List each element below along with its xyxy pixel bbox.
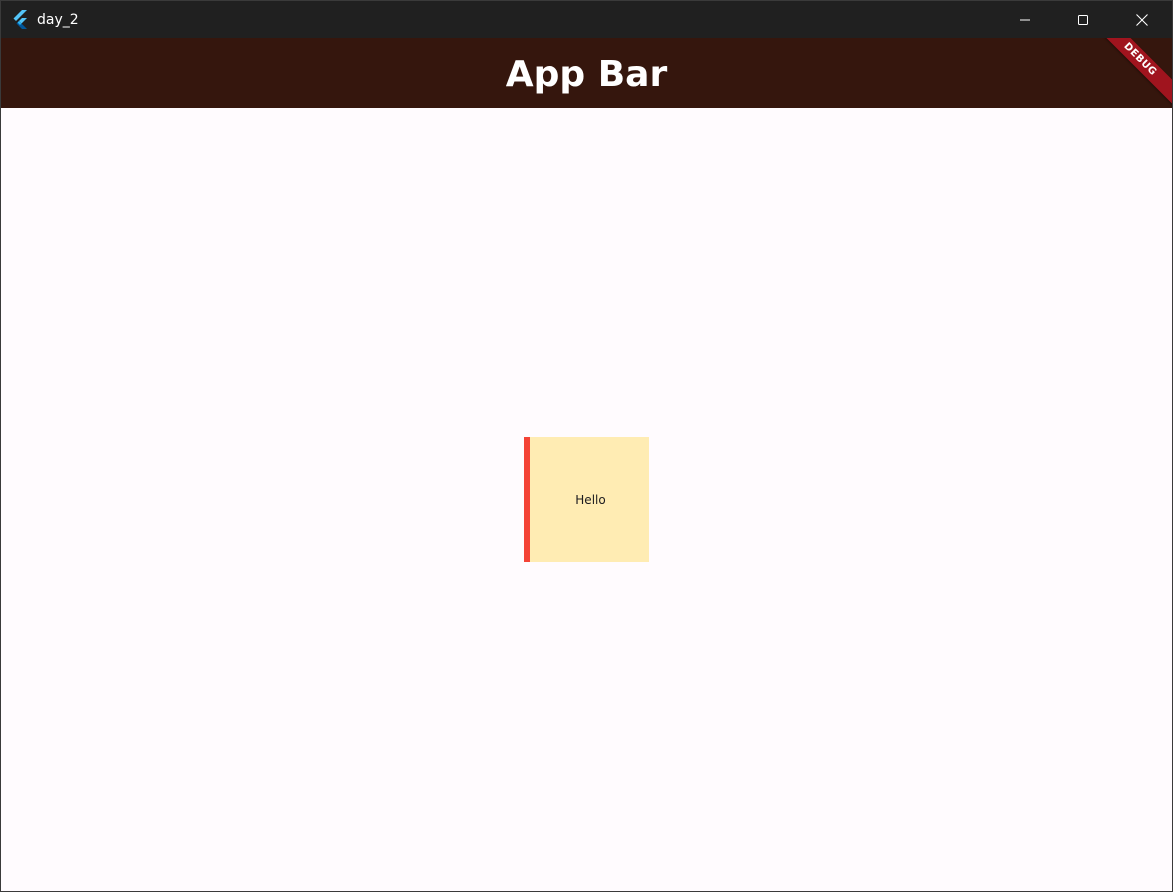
- hello-text: Hello: [575, 492, 606, 507]
- minimize-button[interactable]: [996, 1, 1054, 38]
- maximize-button[interactable]: [1054, 1, 1112, 38]
- debug-banner: DEBUG: [1091, 38, 1172, 108]
- app-bar: App Bar DEBUG: [1, 38, 1172, 108]
- minimize-icon: [1019, 14, 1031, 26]
- close-icon: [1136, 13, 1148, 26]
- maximize-icon: [1077, 14, 1089, 26]
- hello-container: Hello: [524, 437, 649, 562]
- window-title: day_2: [37, 12, 79, 28]
- window-titlebar[interactable]: day_2: [1, 1, 1172, 38]
- flutter-logo-icon: [11, 9, 31, 29]
- debug-banner-label: DEBUG: [1121, 40, 1159, 79]
- app-bar-title: App Bar: [505, 53, 668, 95]
- close-button[interactable]: [1112, 1, 1172, 38]
- page-body: Hello: [1, 108, 1172, 891]
- app-window: day_2 App Bar DEBUG Hello: [0, 0, 1173, 892]
